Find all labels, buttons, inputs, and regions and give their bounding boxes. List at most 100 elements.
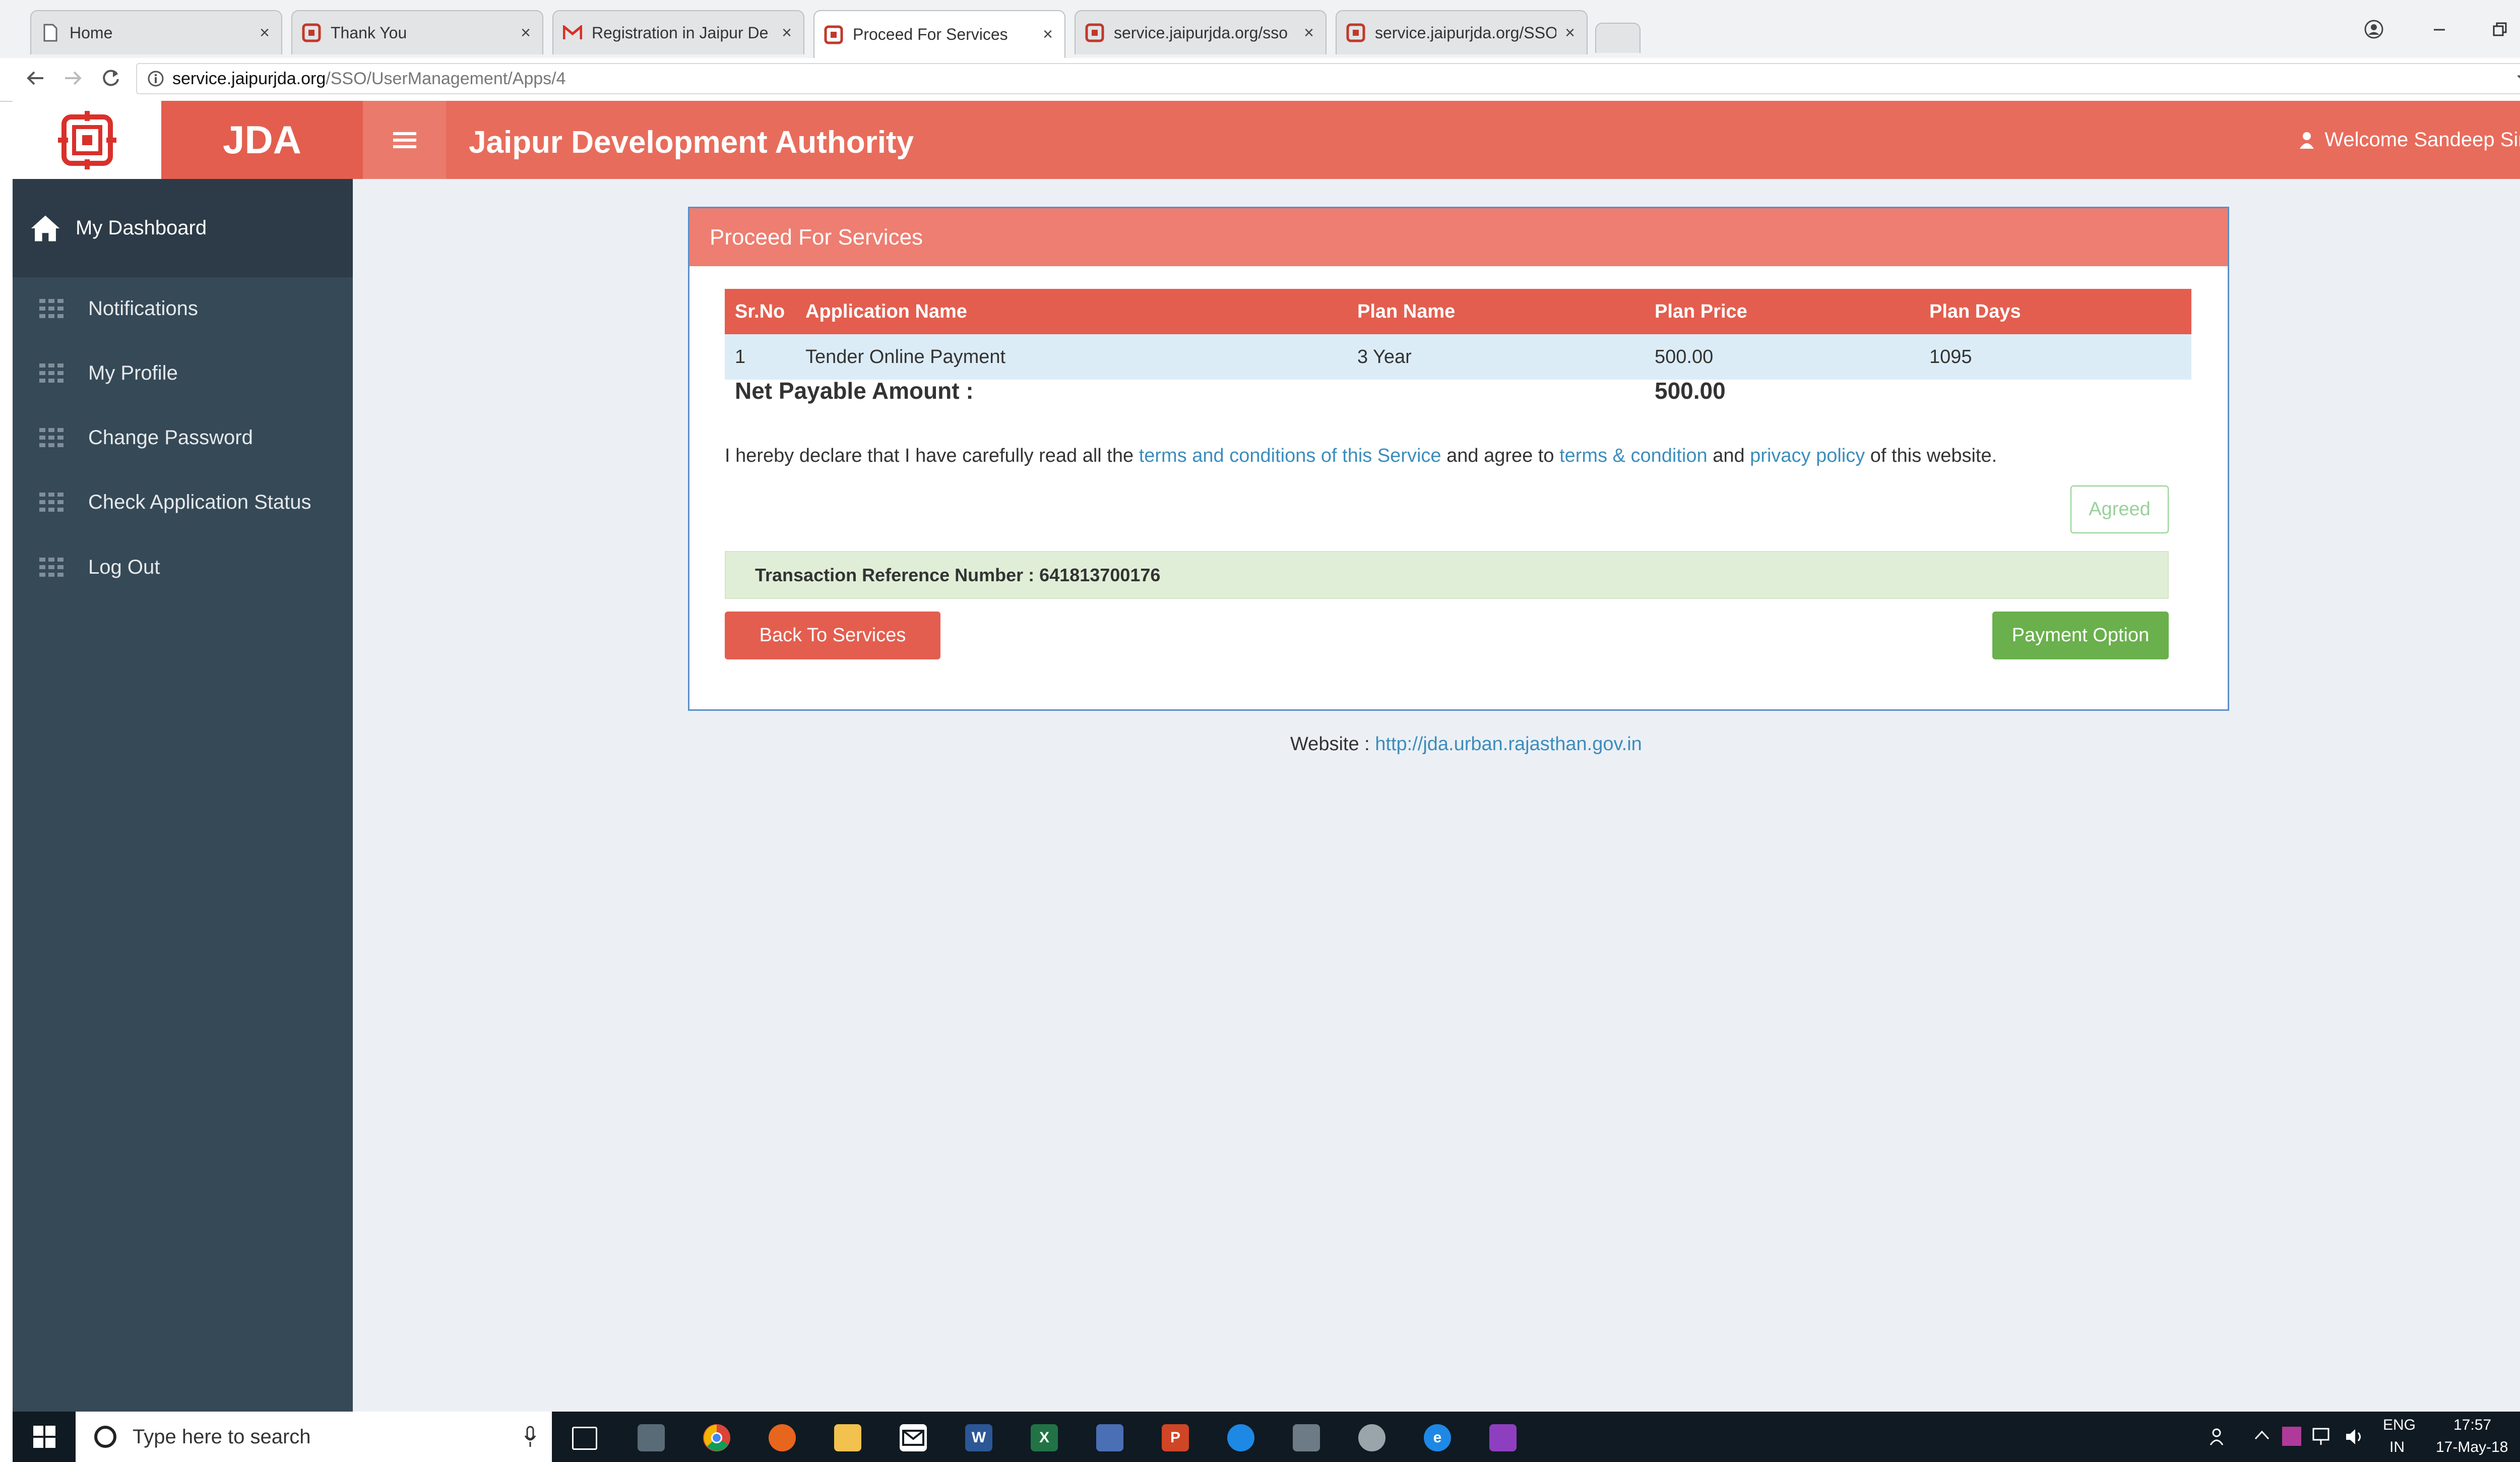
chevron-up-icon[interactable] (2254, 1430, 2270, 1440)
browser-tab-registration[interactable]: Registration in Jaipur De × (552, 10, 804, 54)
declaration-part: of this website. (1865, 445, 1997, 466)
firefox-icon[interactable] (769, 1424, 796, 1451)
network-icon[interactable] (2312, 1427, 2335, 1447)
windows-taskbar: Type here to search W X P e ENG IN 17:57… (13, 1412, 2520, 1462)
teamviewer-icon[interactable] (1227, 1424, 1254, 1451)
jda-logo[interactable] (13, 101, 161, 179)
app-icon-arrow[interactable] (1293, 1424, 1320, 1451)
sidebar-item-notifications[interactable]: Notifications (13, 277, 353, 340)
sidebar-item-label: My Dashboard (76, 217, 207, 239)
new-tab-button[interactable] (1595, 23, 1641, 53)
sidebar-item-my-dashboard[interactable]: My Dashboard (13, 179, 353, 277)
close-icon[interactable]: × (1040, 25, 1055, 44)
table-header-row: Sr.No Application Name Plan Name Plan Pr… (725, 289, 2191, 334)
internet-explorer-icon[interactable]: e (1424, 1424, 1451, 1451)
sidebar-item-my-profile[interactable]: My Profile (13, 342, 353, 405)
account-icon[interactable] (2354, 9, 2394, 49)
declaration-text: I hereby declare that I have carefully r… (725, 445, 1997, 467)
tab-title: service.jaipurjda.org/SSO (1375, 23, 1556, 42)
declaration-part: and agree to (1441, 445, 1560, 466)
tab-title: Proceed For Services (853, 25, 1008, 43)
back-arrow-icon[interactable] (20, 63, 50, 93)
people-icon[interactable] (2209, 1427, 2229, 1447)
windows-start-icon[interactable] (13, 1412, 76, 1462)
table-row: 1 Tender Online Payment 3 Year 500.00 10… (725, 334, 2191, 380)
restore-icon[interactable] (2480, 9, 2520, 49)
grid-icon (37, 428, 67, 448)
cell-plan-price: 500.00 (1655, 346, 1714, 368)
info-icon[interactable] (147, 70, 164, 87)
globe-icon[interactable] (1358, 1424, 1385, 1451)
panel-heading: Proceed For Services (689, 208, 2228, 266)
terms-of-service-link[interactable]: terms and conditions of this Service (1139, 445, 1441, 466)
welcome-text: Welcome Sandeep Singh (2324, 129, 2520, 151)
back-to-services-button[interactable]: Back To Services (725, 612, 940, 659)
privacy-policy-link[interactable]: privacy policy (1750, 445, 1865, 466)
file-explorer-icon[interactable] (834, 1424, 861, 1451)
word-icon[interactable]: W (965, 1424, 992, 1451)
volume-icon[interactable] (2345, 1428, 2365, 1446)
browser-tab-home[interactable]: Home × (30, 10, 282, 54)
jda-emblem-icon (57, 110, 116, 169)
powerpoint-icon[interactable]: P (1162, 1424, 1189, 1451)
home-icon (30, 213, 60, 243)
address-bar[interactable]: service.jaipurjda.org/SSO/UserManagement… (136, 63, 2520, 94)
reload-icon[interactable] (96, 63, 126, 93)
url-path: /SSO/UserManagement/Apps/4 (326, 69, 566, 88)
cell-plan-name: 3 Year (1357, 346, 1412, 368)
sidebar-item-label: Notifications (88, 297, 198, 320)
language-eng[interactable]: ENG (2383, 1417, 2416, 1434)
tray-app-icon[interactable] (2282, 1427, 2301, 1446)
close-icon[interactable]: × (779, 23, 794, 43)
task-view-icon[interactable] (572, 1427, 597, 1450)
brand-name[interactable]: JDA (161, 101, 363, 179)
page-icon (40, 23, 60, 43)
payment-option-button[interactable]: Payment Option (1992, 612, 2169, 659)
microphone-icon[interactable] (524, 1426, 537, 1448)
terms-condition-link[interactable]: terms & condition (1559, 445, 1708, 466)
sidebar-item-log-out[interactable]: Log Out (13, 536, 353, 599)
net-payable-label: Net Payable Amount : (735, 378, 974, 404)
user-icon (2299, 132, 2314, 149)
close-icon[interactable]: × (257, 23, 272, 43)
hamburger-menu-icon[interactable] (363, 101, 446, 179)
forward-arrow-icon[interactable] (58, 63, 88, 93)
close-icon[interactable]: × (1301, 23, 1316, 43)
sidebar-item-change-password[interactable]: Change Password (13, 406, 353, 469)
jda-favicon (301, 23, 322, 43)
minimize-icon[interactable] (2419, 9, 2460, 49)
sidebar-item-check-application-status[interactable]: Check Application Status (13, 471, 353, 534)
browser-tab-sso-2[interactable]: service.jaipurjda.org/SSO × (1336, 10, 1588, 54)
tab-title: Thank You (331, 23, 407, 42)
save-disk-icon[interactable] (1096, 1424, 1123, 1451)
sidebar-item-label: Change Password (88, 427, 253, 449)
website-link[interactable]: http://jda.urban.rajasthan.gov.in (1375, 734, 1642, 755)
grid-icon (37, 492, 67, 513)
browser-tab-proceed-for-services[interactable]: Proceed For Services × (813, 10, 1065, 58)
mail-icon[interactable] (900, 1424, 927, 1451)
cell-application-name: Tender Online Payment (805, 346, 1006, 368)
close-icon[interactable]: × (1562, 23, 1578, 43)
cell-plan-days: 1095 (1929, 346, 1972, 368)
clock-date[interactable]: 17-May-18 (2436, 1439, 2508, 1456)
browser-tab-sso[interactable]: service.jaipurjda.org/sso × (1075, 10, 1327, 54)
app-icon-tool[interactable] (638, 1424, 665, 1451)
app-icon-colorful[interactable] (1489, 1424, 1517, 1451)
excel-icon[interactable]: X (1031, 1424, 1058, 1451)
bookmark-star-icon[interactable] (2512, 63, 2520, 93)
chrome-icon[interactable] (703, 1424, 730, 1451)
column-header-sr-no: Sr.No (735, 300, 785, 322)
agreed-button[interactable]: Agreed (2070, 485, 2169, 533)
net-payable-amount: 500.00 (1655, 378, 1726, 404)
browser-tab-thank-you[interactable]: Thank You × (291, 10, 543, 54)
column-header-application-name: Application Name (805, 300, 967, 322)
user-menu[interactable]: Welcome Sandeep Singh (2299, 101, 2520, 179)
taskbar-search-box[interactable]: Type here to search (76, 1412, 552, 1462)
gmail-icon (562, 23, 583, 43)
clock-time[interactable]: 17:57 (2453, 1417, 2491, 1434)
jda-favicon (824, 25, 844, 45)
language-in[interactable]: IN (2389, 1439, 2405, 1456)
close-icon[interactable]: × (518, 23, 533, 43)
tab-title: service.jaipurjda.org/sso (1114, 23, 1288, 42)
page-title: Jaipur Development Authority (469, 125, 914, 160)
